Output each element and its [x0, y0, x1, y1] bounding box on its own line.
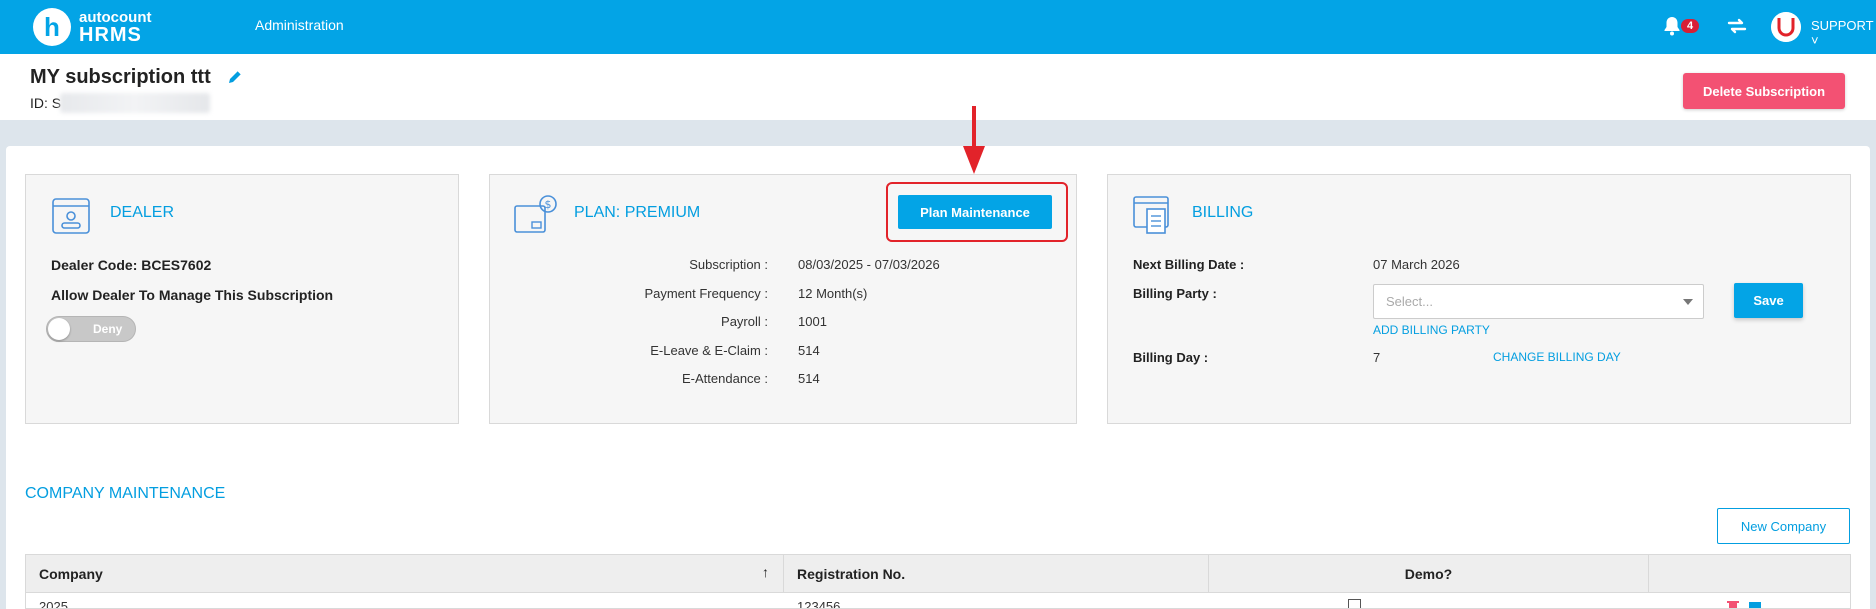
company-table: Company ↑ Registration No. Demo? 2025 12…	[25, 554, 1851, 609]
logo-text-hrms: HRMS	[79, 23, 142, 46]
user-menu-label[interactable]: SUPPORT ˅	[1811, 18, 1876, 48]
plan-payment-icon: $	[514, 195, 557, 233]
add-billing-party-link[interactable]: ADD BILLING PARTY	[1373, 323, 1490, 337]
plan-row-label: E-Leave & E-Claim :	[650, 343, 768, 358]
svg-text:$: $	[545, 198, 552, 211]
plan-row-value: 12 Month(s)	[798, 286, 868, 301]
plan-row-value: 514	[798, 343, 820, 358]
plan-row-label: Payment Frequency :	[644, 286, 768, 301]
table-cell-registration: 123456	[797, 599, 841, 609]
user-avatar[interactable]	[1771, 12, 1801, 42]
plan-row-value: 1001	[798, 314, 827, 329]
billing-title: BILLING	[1192, 204, 1254, 221]
demo-checkbox[interactable]	[1348, 599, 1361, 608]
plan-row-value: 08/03/2025 - 07/03/2026	[798, 257, 940, 272]
toggle-knob	[48, 318, 70, 340]
autocount-hrms-logo[interactable]: h autocount HRMS	[33, 8, 152, 46]
logo-mark: h	[33, 8, 71, 46]
delete-subscription-button[interactable]: Delete Subscription	[1683, 73, 1845, 109]
plan-row-label: Payroll :	[721, 314, 768, 329]
plan-maintenance-button[interactable]: Plan Maintenance	[898, 195, 1052, 229]
subscription-id: ID: S	[30, 95, 62, 111]
plan-title: PLAN: PREMIUM	[574, 204, 701, 221]
redacted-id-blur	[60, 93, 210, 113]
next-billing-date-label: Next Billing Date :	[1133, 257, 1245, 272]
allow-dealer-toggle[interactable]: Deny	[46, 316, 136, 342]
avatar-logo-icon	[1771, 12, 1801, 42]
billing-day-value: 7	[1373, 350, 1381, 365]
billing-party-select[interactable]: Select...	[1373, 284, 1704, 319]
column-header-demo[interactable]: Demo?	[1209, 555, 1649, 593]
plan-row-label: E-Attendance :	[682, 371, 768, 386]
table-cell-company: 2025	[39, 599, 68, 609]
billing-day-label: Billing Day :	[1133, 350, 1209, 365]
page-title: MY subscription ttt	[30, 66, 211, 88]
column-header-registration[interactable]: Registration No.	[784, 555, 1209, 593]
annotation-arrow-icon	[963, 106, 985, 174]
next-billing-date-value: 07 March 2026	[1373, 257, 1460, 272]
dealer-title: DEALER	[110, 204, 175, 221]
pencil-edit-icon[interactable]	[226, 68, 244, 86]
save-billing-button[interactable]: Save	[1734, 283, 1803, 318]
top-navbar: h autocount HRMS Administration 4 SUPPOR…	[0, 0, 1876, 54]
chevron-down-icon: ˅	[1811, 33, 1819, 48]
company-maintenance-title: COMPANY MAINTENANCE	[25, 485, 226, 502]
switch-sync-icon[interactable]	[1724, 13, 1750, 39]
edit-company-icon[interactable]	[1748, 599, 1764, 609]
change-billing-day-link[interactable]: CHANGE BILLING DAY	[1493, 350, 1621, 364]
column-header-actions	[1649, 555, 1850, 593]
plan-row-label: Subscription :	[689, 257, 768, 272]
billing-invoice-icon	[1133, 196, 1169, 234]
column-header-company[interactable]: Company ↑	[26, 555, 784, 593]
select-placeholder: Select...	[1386, 294, 1433, 309]
notification-count-badge: 4	[1681, 19, 1700, 33]
dealer-folder-icon	[52, 198, 90, 234]
toggle-state-text: Deny	[93, 322, 123, 336]
billing-party-label: Billing Party :	[1133, 286, 1217, 301]
sort-ascending-icon[interactable]: ↑	[762, 564, 769, 580]
logo-text-autocount: autocount	[79, 8, 152, 26]
subscription-header	[0, 54, 1876, 120]
nav-administration[interactable]: Administration	[255, 17, 344, 33]
dealer-code: Dealer Code: BCES7602	[51, 257, 212, 273]
caret-down-icon	[1683, 299, 1693, 305]
delete-trash-icon[interactable]	[1726, 599, 1740, 609]
plan-row-value: 514	[798, 371, 820, 386]
new-company-button[interactable]: New Company	[1717, 508, 1850, 544]
allow-dealer-label: Allow Dealer To Manage This Subscription	[51, 287, 334, 303]
